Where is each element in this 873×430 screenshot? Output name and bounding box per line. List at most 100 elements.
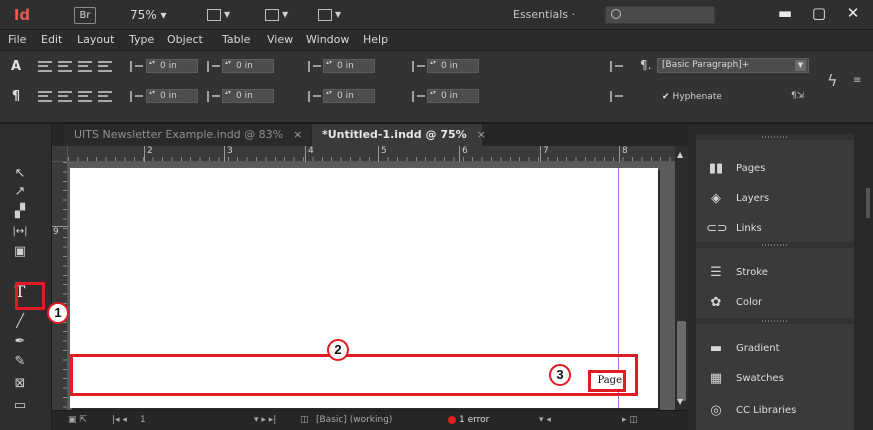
vertical-scrollbar[interactable]: ▲ ▼ (675, 146, 688, 410)
drop-cap-chars-field[interactable]: 0 in (427, 89, 479, 103)
last-line-indent-field[interactable]: 0 in (222, 89, 274, 103)
justify-left-icon[interactable] (38, 91, 52, 102)
screen-mode-button[interactable]: ▼ (265, 7, 295, 23)
align-towards-spine-icon[interactable] (98, 61, 112, 72)
menu-layout[interactable]: Layout (77, 33, 114, 46)
preflight-profile[interactable]: [Basic] (working) (316, 415, 392, 425)
tab-uits-newsletter[interactable]: UITS Newsletter Example.indd @ 83% × (64, 124, 311, 146)
ruler-tick: 2 (144, 146, 153, 162)
panel-pages[interactable]: ▮▮ Pages (696, 156, 854, 182)
panel-label: Color (736, 297, 763, 308)
direct-selection-tool-icon[interactable]: ↗ (9, 182, 31, 202)
close-icon[interactable]: × (293, 128, 302, 141)
left-indent-field[interactable]: 0 in (146, 59, 198, 73)
page-tool-icon[interactable]: ▞ (9, 202, 31, 222)
preflight-errors[interactable]: 1 error (448, 415, 489, 425)
space-after-field[interactable]: 0 in (427, 59, 479, 73)
links-icon: ⊂⊃ (706, 221, 728, 236)
bulleted-list-icon[interactable] (610, 61, 623, 72)
zoom-level-dropdown[interactable]: 75% ▾ (130, 8, 167, 22)
page-dropdown-icon[interactable]: ▾ ▸ ▸| (254, 415, 276, 425)
rectangle-frame-tool-icon[interactable]: ⊠ (9, 374, 31, 394)
panel-layers[interactable]: ◈ Layers (696, 186, 854, 212)
search-icon (611, 9, 621, 19)
gap-tool-icon[interactable]: |↔| (9, 222, 31, 242)
pencil-tool-icon[interactable]: ✎ (9, 352, 31, 372)
scroll-down-icon[interactable]: ▼ (677, 397, 683, 406)
swatches-icon: ▦ (709, 371, 723, 386)
color-icon: ✿ (710, 295, 722, 310)
tab-untitled-1[interactable]: *Untitled-1.indd @ 75% × (312, 124, 486, 146)
ruler-origin[interactable] (52, 146, 68, 162)
menu-bar: File Edit Layout Type Object Table View … (0, 30, 873, 50)
gpu-toggle-icon[interactable]: ▣ ⇱ (68, 415, 87, 425)
menu-table[interactable]: Table (222, 33, 250, 46)
right-indent-field[interactable]: 0 in (222, 59, 274, 73)
first-page-icon[interactable]: |◂ ◂ (112, 415, 127, 425)
panel-menu-icon[interactable]: ≡ (853, 75, 861, 86)
menu-window[interactable]: Window (306, 33, 349, 46)
scroll-up-icon[interactable]: ▲ (677, 150, 683, 159)
panel-group-grip[interactable] (696, 318, 854, 324)
maximize-button[interactable]: ▢ (802, 0, 836, 26)
vertical-ruler[interactable]: 9 (52, 162, 68, 410)
cc-libraries-icon: ◎ (710, 403, 722, 418)
scroll-thumb[interactable] (677, 321, 686, 401)
first-line-indent-field[interactable]: 0 in (146, 89, 198, 103)
panel-gradient[interactable]: ▬ Gradient (696, 336, 854, 362)
selection-tool-icon[interactable]: ↖ (9, 164, 31, 184)
tab-label: *Untitled-1.indd @ 75% (322, 128, 467, 141)
paragraph-style-dropdown[interactable]: [Basic Paragraph]+ ▼ (657, 58, 809, 73)
horizontal-ruler[interactable]: 2 3 4 5 6 7 8 (68, 146, 675, 162)
page-number-field[interactable]: 1 (140, 415, 146, 425)
rectangle-tool-icon[interactable]: ▭ (9, 396, 31, 416)
arrange-documents-icon (318, 8, 332, 21)
justify-right-icon[interactable] (78, 91, 92, 102)
pasteboard[interactable]: Page (68, 162, 675, 410)
justify-center-icon[interactable] (58, 91, 72, 102)
dock-collapse-handle[interactable] (866, 188, 870, 218)
bridge-button[interactable]: Br (74, 7, 96, 24)
create-style-icon[interactable]: ¶⇲ (791, 91, 804, 101)
menu-view[interactable]: View (267, 33, 293, 46)
scroll-left-icon[interactable]: ▾ ◂ (539, 415, 551, 425)
align-center-icon[interactable] (58, 61, 72, 72)
menu-file[interactable]: File (8, 33, 26, 46)
hyphenate-checkbox[interactable]: ✔ Hyphenate (662, 92, 722, 102)
space-before-field[interactable]: 0 in (323, 59, 375, 73)
align-right-icon[interactable] (78, 61, 92, 72)
scroll-right-icon[interactable]: ▸ ◫ (622, 415, 638, 425)
minimize-button[interactable]: ▬ (768, 0, 802, 26)
pen-tool-icon[interactable]: ✒ (9, 332, 31, 352)
menu-edit[interactable]: Edit (41, 33, 62, 46)
error-dot-icon (448, 415, 456, 424)
drop-cap-lines-field[interactable]: 0 in (323, 89, 375, 103)
justify-all-icon[interactable] (98, 91, 112, 102)
panel-cc-libraries[interactable]: ◎ CC Libraries (696, 398, 854, 424)
panel-group-grip[interactable] (696, 242, 854, 248)
quick-apply-icon[interactable]: ϟ (827, 71, 838, 90)
panel-group-grip[interactable] (696, 134, 854, 140)
workspace-switcher[interactable]: Essentials · (513, 8, 575, 21)
align-left-icon[interactable] (38, 61, 52, 72)
panel-links[interactable]: ⊂⊃ Links (696, 216, 854, 242)
menu-help[interactable]: Help (363, 33, 388, 46)
panel-swatches[interactable]: ▦ Swatches (696, 366, 854, 392)
numbered-list-icon[interactable] (610, 91, 623, 102)
page-number-text-frame[interactable]: Page (588, 370, 626, 392)
preflight-icon[interactable]: ◫ (300, 415, 309, 425)
close-icon[interactable]: × (477, 128, 486, 141)
type-tool-highlight-box (15, 282, 45, 310)
arrange-documents-button[interactable]: ▼ (318, 7, 348, 23)
panel-stroke[interactable]: ☰ Stroke (696, 260, 854, 286)
paragraph-mode-button[interactable]: ¶ (8, 89, 24, 105)
character-mode-button[interactable]: A (8, 59, 24, 75)
view-options-button[interactable]: ▼ (207, 7, 237, 23)
menu-object[interactable]: Object (167, 33, 203, 46)
help-search-input[interactable] (605, 6, 715, 24)
content-collector-tool-icon[interactable]: ▣ (9, 242, 31, 262)
panel-color[interactable]: ✿ Color (696, 290, 854, 316)
close-button[interactable]: ✕ (836, 0, 870, 26)
line-tool-icon[interactable]: ╱ (9, 312, 31, 332)
menu-type[interactable]: Type (129, 33, 154, 46)
